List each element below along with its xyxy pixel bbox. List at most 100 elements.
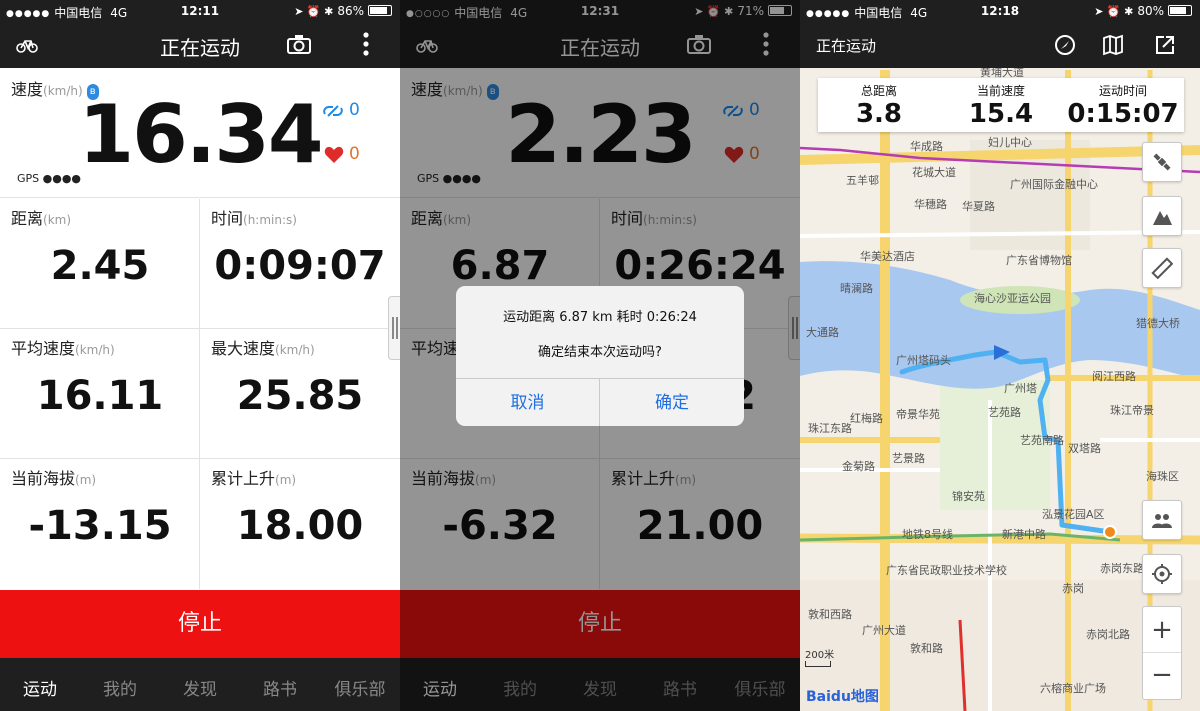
confirm-button[interactable]: 确定: [600, 379, 744, 426]
map-label: 六榕商业广场: [1040, 682, 1106, 695]
phone-screen-speed: ●●●●● 中国电信 4G 12:11 ➤ ⏰ ✱ 86% 正在运动 速度(km/h)…: [0, 0, 400, 711]
zoom-out-button[interactable]: −: [1143, 653, 1181, 699]
locate-button[interactable]: [1142, 554, 1182, 594]
metric-label: 距离: [11, 209, 44, 228]
share-icon[interactable]: [1154, 34, 1176, 56]
map-label: 海珠区: [1146, 470, 1179, 483]
map-layers-icon[interactable]: [1102, 34, 1124, 56]
ruler-button[interactable]: [1142, 248, 1182, 288]
map-label: 广州塔码头: [896, 354, 951, 367]
more-menu-icon[interactable]: [360, 30, 372, 58]
map-label: 赤岗北路: [1086, 628, 1130, 641]
page-title: 正在运动: [160, 36, 240, 60]
stat-label: 总距离: [860, 84, 897, 98]
stat-total-distance: 总距离 3.8: [818, 82, 940, 129]
metric-label: 最大速度: [211, 339, 276, 358]
map-label: 五羊邨: [846, 174, 879, 187]
map-label: 华美达酒店: [860, 250, 915, 263]
zoom-in-button[interactable]: +: [1143, 607, 1181, 653]
map-label: 猎德大桥: [1136, 317, 1180, 330]
metric-label: 当前海拔: [11, 469, 76, 488]
metric-value: 25.85: [236, 373, 364, 419]
status-bar: ●●●●● 中国电信 4G 12:18 ➤ ⏰ ✱ 80%: [800, 0, 1200, 22]
dialog-summary: 运动距离 6.87 km 耗时 0:26:24: [503, 310, 697, 325]
compass-icon[interactable]: [1054, 34, 1076, 56]
metric-value: -13.15: [28, 503, 172, 549]
map-label: 华成路: [910, 140, 943, 153]
tab-sport[interactable]: 运动: [0, 675, 80, 700]
battery-icon: [368, 5, 392, 16]
map-label: 妇儿中心: [988, 136, 1032, 149]
map-label: 华夏路: [962, 200, 995, 213]
confirm-dialog: 运动距离 6.87 km 耗时 0:26:24 确定结束本次运动吗? 取消 确定: [456, 286, 744, 426]
drawer-handle[interactable]: [388, 296, 400, 360]
phone-screen-confirm-stop: ●○○○○ 中国电信 4G 12:31 ➤ ⏰ ✱ 71% 正在运动 速度(km/h)…: [400, 0, 800, 711]
location-alarm-bluetooth-icon: ➤ ⏰ ✱: [294, 5, 334, 18]
sensor-count: 0: [349, 100, 360, 120]
map-label: 珠江东路: [808, 422, 852, 435]
terrain-button[interactable]: [1142, 196, 1182, 236]
terrain-icon: [1153, 211, 1172, 225]
cancel-button[interactable]: 取消: [456, 379, 600, 426]
map-label: 海心沙亚运公园: [974, 292, 1051, 305]
metric-value: 16.11: [36, 373, 164, 419]
stat-current-speed: 当前速度 15.4: [940, 82, 1062, 129]
stat-label: 当前速度: [976, 84, 1025, 98]
map-label: 广州塔: [1004, 382, 1037, 395]
map-label: 双塔路: [1068, 442, 1101, 455]
metric-unit: (m): [75, 473, 97, 487]
map-label: 帝景华苑: [896, 408, 940, 421]
metric-label: 平均速度: [11, 339, 76, 358]
tab-discover[interactable]: 发现: [160, 675, 240, 700]
dialog-question: 确定结束本次运动吗?: [538, 345, 662, 360]
metric-value: 18.00: [236, 503, 364, 549]
tab-routes[interactable]: 路书: [240, 675, 320, 700]
locate-icon: [1152, 564, 1172, 584]
metric-label: 时间: [211, 209, 244, 228]
metric-value: 2.45: [50, 243, 150, 289]
metric-unit: (km/h): [75, 343, 115, 357]
map-label: 广州国际金融中心: [1010, 178, 1098, 191]
metric-value: 0:09:07: [214, 243, 386, 289]
map-label: 敦和路: [910, 642, 943, 655]
map-stats-card: 总距离 3.8 当前速度 15.4 运动时间 0:15:07: [818, 78, 1184, 132]
camera-icon[interactable]: [287, 34, 311, 54]
stat-value: 15.4: [968, 99, 1034, 129]
tab-club[interactable]: 俱乐部: [320, 675, 400, 700]
heart-rate-value: 0: [349, 144, 360, 164]
scale-label: 200米: [805, 650, 835, 661]
stop-button[interactable]: 停止: [0, 590, 400, 658]
map-label: 广州大道: [862, 624, 906, 637]
map-label: 晴澜路: [840, 282, 873, 295]
map-label: 新港中路: [1002, 528, 1046, 541]
location-alarm-bluetooth-icon: ➤ ⏰ ✱: [1094, 5, 1134, 18]
metric-altitude: 当前海拔(m) -13.15: [0, 459, 200, 589]
battery-icon: [1168, 5, 1192, 16]
map-label: 阅江西路: [1092, 370, 1136, 383]
metric-max-speed: 最大速度(km/h) 25.85: [200, 329, 400, 459]
heart-icon: [324, 146, 344, 163]
map-label: 泓景花园A区: [1042, 508, 1105, 521]
nav-bar: 正在运动: [0, 22, 400, 68]
metric-distance: 距离(km) 2.45: [0, 199, 200, 329]
map-label: 珠江帝景: [1110, 404, 1154, 417]
map-label: 花城大道: [912, 166, 956, 179]
satellite-button[interactable]: [1142, 142, 1182, 182]
stat-elapsed-time: 运动时间 0:15:07: [1062, 82, 1184, 129]
map-nav-bar: 正在运动: [800, 22, 1200, 68]
page-title: 正在运动: [816, 37, 877, 55]
map-label: 赤岗东路: [1100, 562, 1144, 575]
satellite-icon: [1153, 153, 1171, 171]
metric-ascent: 累计上升(m) 18.00: [200, 459, 400, 589]
map-label: 锦安苑: [952, 490, 985, 503]
map-label: 华穗路: [914, 198, 947, 211]
speed-panel: 速度(km/h) ʙ 16.34 GPS ●●●● 0 0: [0, 68, 400, 198]
status-bar: ●●●●● 中国电信 4G 12:11 ➤ ⏰ ✱ 86%: [0, 0, 400, 22]
tab-me[interactable]: 我的: [80, 675, 160, 700]
metric-time: 时间(h:min:s) 0:09:07: [200, 199, 400, 329]
map-label: 地铁8号线: [902, 528, 953, 541]
map-label: 红梅路: [850, 412, 883, 425]
map-scale: 200米: [805, 646, 834, 667]
group-button[interactable]: [1142, 500, 1182, 540]
stat-label: 运动时间: [1098, 84, 1147, 98]
